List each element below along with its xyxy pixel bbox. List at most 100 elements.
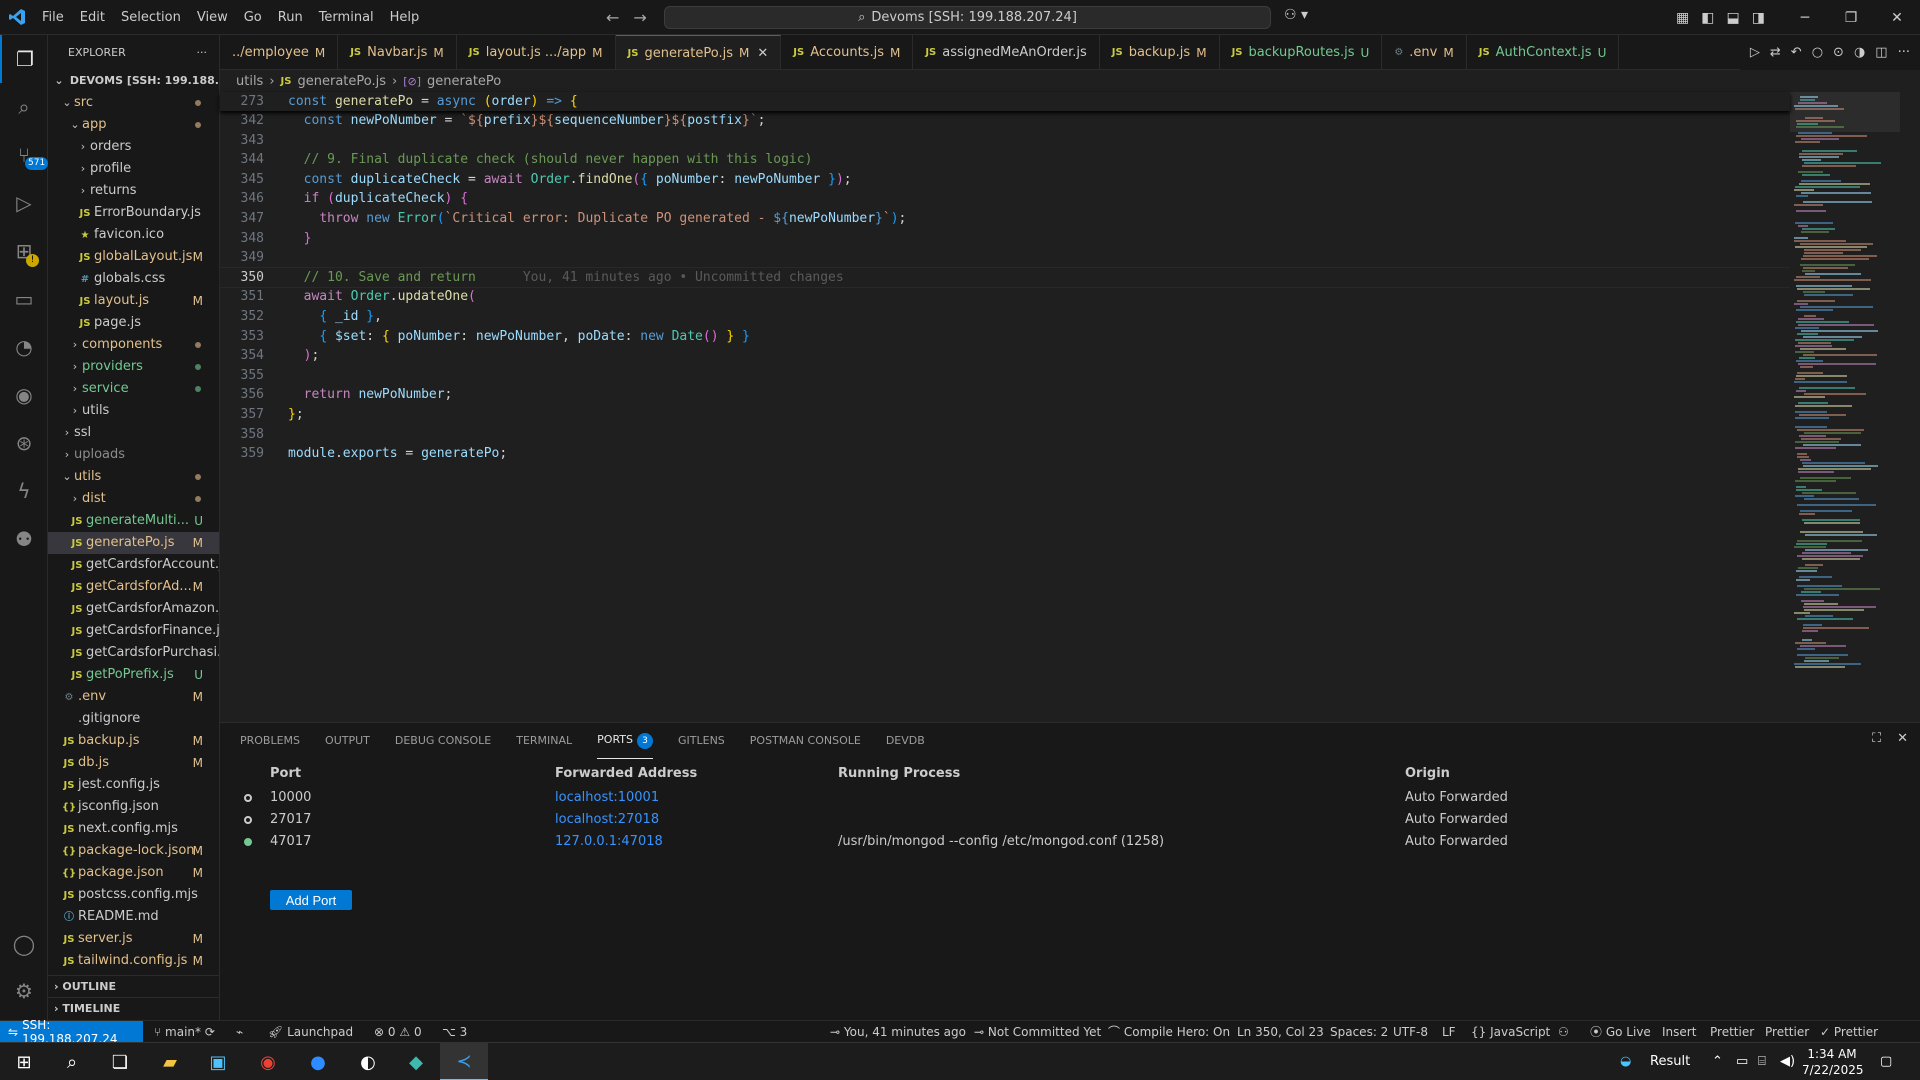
forwarded-address-link[interactable]: localhost:10001 [555, 787, 659, 809]
postman-app-icon[interactable]: ◆ [392, 1043, 440, 1080]
code-line[interactable]: 346 if (duplicateCheck) { [220, 189, 1790, 208]
code-line[interactable]: 358 [220, 425, 1790, 444]
tab-authcontext-js[interactable]: JS AuthContext.js U [1467, 35, 1620, 69]
tree-item[interactable]: ⓘ README.md [48, 906, 219, 928]
code-line[interactable]: 350 // 10. Save and return You, 41 minut… [219, 266, 1791, 288]
sticky-scroll-line[interactable]: 273 const generatePo = async (order) => { [220, 92, 1790, 111]
ports-indicator[interactable]: ⌥ 3 [442, 1021, 467, 1043]
close-panel-icon[interactable]: ✕ [1897, 731, 1908, 746]
problems-indicator[interactable]: ⊗ 0 ⚠ 0 [374, 1021, 422, 1043]
remote-indicator[interactable]: ⇋ SSH: 199.188.207.24 [0, 1018, 143, 1046]
tree-item[interactable]: JS globalLayout.js M [48, 246, 219, 268]
tab-generatepo-js[interactable]: JS generatePo.js M ✕ [615, 35, 782, 69]
tree-item[interactable]: › ssl [48, 422, 219, 444]
branch-indicator[interactable]: ⑂ main* ⟳ [154, 1021, 215, 1043]
code-line[interactable]: 344 // 9. Final duplicate check (should … [220, 150, 1790, 169]
tree-item[interactable]: › utils [48, 400, 219, 422]
menu-item-help[interactable]: Help [382, 0, 428, 35]
breadcrumb-file[interactable]: generatePo.js [297, 74, 386, 89]
port-row[interactable]: 27017 localhost:27018 Auto Forwarded [220, 809, 1910, 831]
tab-backup-js[interactable]: JS backup.js M [1100, 35, 1220, 69]
run-debug-icon[interactable]: ▷ [0, 179, 48, 227]
forwarded-address-link[interactable]: 127.0.0.1:47018 [555, 831, 663, 853]
close-tab-icon[interactable]: ✕ [757, 46, 768, 61]
tree-item[interactable]: {} package.json M [48, 862, 219, 884]
maximize-panel-icon[interactable]: ⛶ [1872, 731, 1881, 746]
code-editor[interactable]: 273 const generatePo = async (order) => {… [219, 92, 1920, 722]
windows-start-icon[interactable]: ⊞ [0, 1043, 48, 1080]
tree-item[interactable]: JS getCardsforAccount.js [48, 554, 219, 576]
code-line[interactable]: 343 [220, 131, 1790, 150]
taskbar-clock[interactable]: 1:34 AM 7/22/2025 [1802, 1046, 1864, 1078]
settings-gear-icon[interactable]: ⚙ [0, 967, 48, 1015]
tree-item[interactable]: › providers [48, 356, 219, 378]
prettier-item-2[interactable]: Prettier [1765, 1021, 1809, 1043]
code-line[interactable]: 357}; [220, 405, 1790, 424]
tab--employee[interactable]: ../employee M [220, 35, 339, 69]
tree-item[interactable]: JS backup.js M [48, 730, 219, 752]
workspace-root[interactable]: ⌄ DEVOMS [SSH: 199.188.20... [48, 70, 219, 92]
tree-item[interactable]: › uploads [48, 444, 219, 466]
explorer-icon[interactable]: ❐ [0, 35, 48, 83]
toggle-sidebar-icon[interactable]: ◧ [1701, 10, 1714, 26]
cursor-position[interactable]: Ln 350, Col 23 [1237, 1021, 1324, 1043]
panel-tab-problems[interactable]: PROBLEMS [240, 723, 300, 759]
tree-item[interactable]: ⌄ src [48, 92, 219, 114]
tree-item[interactable]: JS layout.js M [48, 290, 219, 312]
tree-item[interactable]: JS page.js [48, 312, 219, 334]
encoding[interactable]: UTF-8 [1393, 1021, 1428, 1043]
previous-change-icon[interactable]: ○ [1812, 45, 1823, 60]
commit-indicator[interactable]: ⊸ Not Committed Yet [974, 1021, 1101, 1043]
tree-item[interactable]: JS getPoPrefix.js U [48, 664, 219, 686]
language-mode[interactable]: {} JavaScript [1471, 1021, 1550, 1043]
panel-tab-gitlens[interactable]: GITLENS [678, 723, 725, 759]
menu-item-edit[interactable]: Edit [72, 0, 113, 35]
thunder-client-icon[interactable]: ϟ [0, 467, 48, 515]
prettier-item-3[interactable]: ✓ Prettier [1820, 1021, 1878, 1043]
task-view-icon[interactable]: ❏ [96, 1043, 144, 1080]
copilot-status-icon[interactable]: ⚇ [1558, 1021, 1569, 1043]
next-change-icon[interactable]: ⊙ [1833, 45, 1844, 60]
launchpad-item[interactable]: 🚀︎ Launchpad [268, 1021, 353, 1043]
accounts-icon[interactable]: ◯ [0, 920, 48, 968]
code-line[interactable]: 353 { $set: { poNumber: newPoNumber, poD… [220, 327, 1790, 346]
tab-assignedmeanorder-js[interactable]: JS assignedMeAnOrder.js [913, 35, 1100, 69]
remote-explorer-icon[interactable]: ▭ [0, 275, 48, 323]
panel-tab-output[interactable]: OUTPUT [325, 723, 370, 759]
tree-item[interactable]: JS server.js M [48, 928, 219, 950]
tree-item[interactable]: › profile [48, 158, 219, 180]
tree-item[interactable]: › components [48, 334, 219, 356]
taskbar-search-icon[interactable]: ⌕ [48, 1043, 96, 1080]
port-row[interactable]: 47017 127.0.0.1:47018/usr/bin/mongod --co… [220, 831, 1910, 853]
tab-accounts-js[interactable]: JS Accounts.js M [781, 35, 914, 69]
breadcrumb-folder[interactable]: utils [236, 74, 263, 89]
tree-item[interactable]: JS postcss.config.mjs [48, 884, 219, 906]
tree-item[interactable]: ★ favicon.ico [48, 224, 219, 246]
code-line[interactable]: 351 await Order.updateOne( [220, 287, 1790, 306]
gitlens-icon[interactable]: ◔ [0, 323, 48, 371]
tree-item[interactable]: › returns [48, 180, 219, 202]
tree-item[interactable]: ⌄ app [48, 114, 219, 136]
customize-layout-icon[interactable]: ▦ [1676, 10, 1689, 26]
menu-item-terminal[interactable]: Terminal [311, 0, 382, 35]
tab-navbar-js[interactable]: JS Navbar.js M [338, 35, 457, 69]
forwarded-address-link[interactable]: localhost:27018 [555, 809, 659, 831]
tree-item[interactable]: JS jest.config.js [48, 774, 219, 796]
toggle-secondary-sidebar-icon[interactable]: ◨ [1752, 10, 1765, 26]
code-line[interactable]: 348 } [220, 229, 1790, 248]
tree-item[interactable]: # globals.css [48, 268, 219, 290]
battery-icon[interactable]: ▭ [1736, 1043, 1748, 1080]
zoom-icon[interactable]: ● [294, 1043, 342, 1080]
code-line[interactable]: 354 ); [220, 346, 1790, 365]
tree-item[interactable]: ⌄ utils [48, 466, 219, 488]
gitlens-inspect-icon[interactable]: ⊛ [0, 419, 48, 467]
tree-item[interactable]: JS getCardsforFinance.js [48, 620, 219, 642]
restore-icon[interactable]: ❐ [1828, 0, 1874, 35]
split-editor-icon[interactable]: ◫ [1875, 45, 1887, 60]
timeline-section[interactable]: › TIMELINE [48, 997, 219, 1019]
docker-icon[interactable]: ◉ [0, 371, 48, 419]
file-explorer-icon[interactable]: ▰ [146, 1043, 194, 1080]
minimap[interactable] [1790, 92, 1900, 668]
tray-chevron-up-icon[interactable]: ⌃ [1712, 1043, 1723, 1080]
breadcrumb-symbol[interactable]: generatePo [427, 74, 501, 89]
